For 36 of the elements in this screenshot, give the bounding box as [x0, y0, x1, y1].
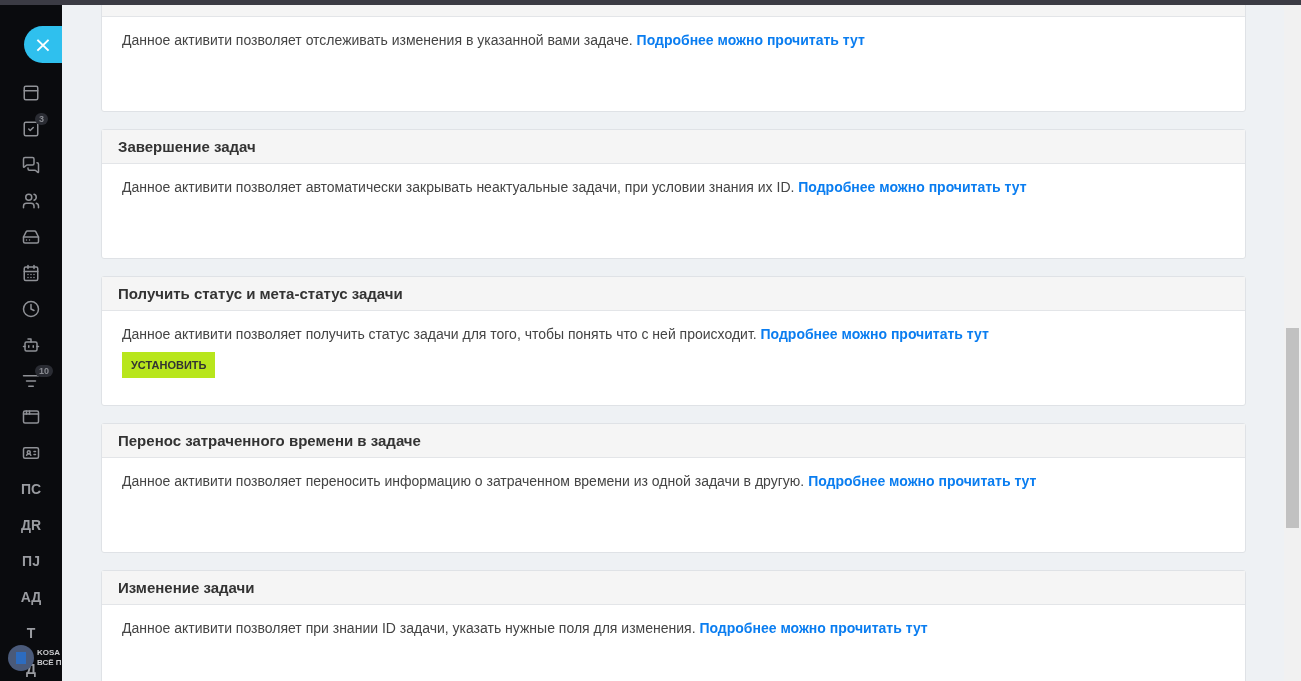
nav-icon[interactable]	[22, 120, 40, 138]
nav-icon[interactable]	[22, 264, 40, 282]
details-link[interactable]: Подробнее можно прочитать тут	[699, 620, 928, 636]
card-description: Данное активити позволяет получить статус задачи для того, чтобы понять что с ней происходит. Подробнее можно прочитать тут	[122, 325, 990, 344]
card-title: Завершение задач	[118, 138, 256, 155]
details-link[interactable]: Подробнее можно прочитать тут	[808, 473, 1037, 489]
nav-icon[interactable]	[22, 300, 40, 318]
nav-icon[interactable]	[22, 408, 40, 426]
nav-icon[interactable]	[22, 156, 40, 174]
card-description: Данное активити позволяет при знании ID задачи, указать нужные поля для изменения. Подробнее можно прочитать тут	[122, 619, 929, 638]
nav-icon[interactable]	[22, 372, 40, 390]
details-link[interactable]: Подробнее можно прочитать тут	[760, 326, 989, 342]
count-badge: 3	[35, 113, 48, 125]
card-description: Данное активити позволяет отслеживать изменения в указанной вами задаче. Подробнее можно прочитать тут	[122, 31, 866, 50]
scrollbar[interactable]	[1284, 5, 1301, 681]
nav-item[interactable]: ПС	[20, 481, 42, 497]
card-description: Данное активити позволяет переносить информацию о затраченном времени из одной задачи в другую. Подробнее можно прочитать тут	[122, 472, 1038, 491]
nav-item[interactable]: ДR	[20, 517, 42, 533]
nav-item[interactable]: ПЈ	[22, 553, 40, 569]
nav-icon[interactable]	[22, 192, 40, 210]
count-badge: 10	[35, 365, 53, 377]
details-link[interactable]: Подробнее можно прочитать тут	[798, 179, 1027, 195]
nav-item[interactable]: Т	[26, 625, 36, 641]
nav-icon[interactable]	[22, 336, 40, 354]
logo-text: KOSA	[37, 648, 62, 658]
nav-icon[interactable]	[22, 84, 40, 102]
logo-text: ВСЁ П	[37, 658, 62, 668]
card-title: Изменение задачи	[118, 579, 255, 596]
nav-icon[interactable]	[22, 228, 40, 246]
nav-icon[interactable]	[22, 444, 40, 462]
nav-item[interactable]: АД	[20, 589, 42, 605]
card-title: Перенос затраченного времени в задаче	[118, 432, 421, 449]
details-link[interactable]: Подробнее можно прочитать тут	[636, 32, 865, 48]
card-description: Данное активити позволяет автоматически закрывать неактуальные задачи, при условии знания их ID. Подробнее можно прочитать тут	[122, 178, 1028, 197]
install-button[interactable]: УСТАНОВИТЬ	[122, 352, 216, 378]
card-title: Получить статус и мета-статус задачи	[118, 285, 403, 302]
